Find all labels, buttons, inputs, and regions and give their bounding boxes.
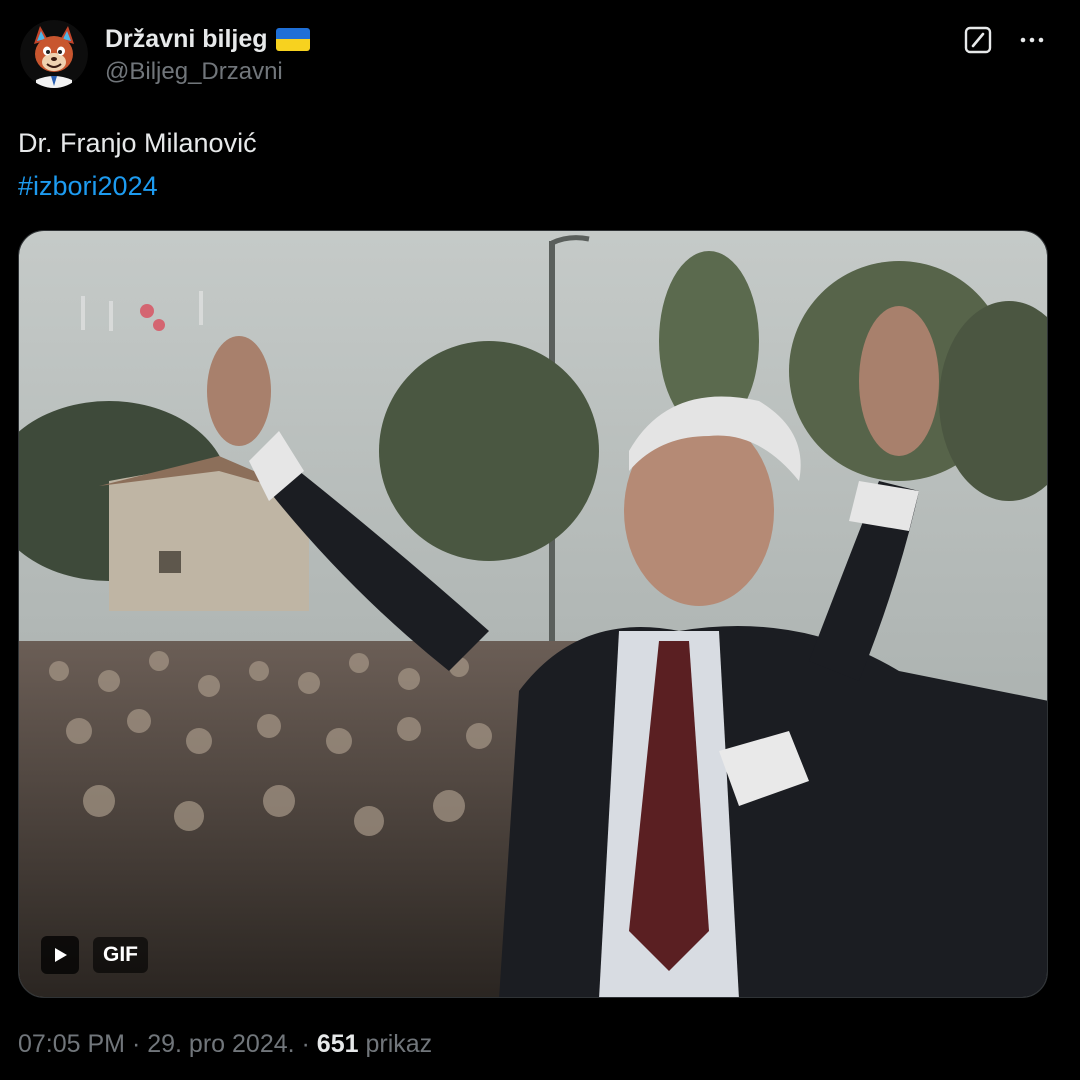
tweet-meta: 07:05 PM · 29. pro 2024. · 651 prikaz: [18, 1030, 432, 1059]
tweet-text: Dr. Franjo Milanović #izbori2024: [18, 122, 257, 208]
gif-label: GIF: [93, 937, 148, 973]
gif-media[interactable]: GIF: [18, 230, 1048, 998]
meta-separator: ·: [125, 1030, 148, 1058]
hashtag-link[interactable]: #izbori2024: [18, 165, 257, 208]
views-label: prikaz: [358, 1030, 433, 1058]
ukraine-flag-icon: [275, 27, 310, 51]
tweet-text-line: Dr. Franjo Milanović: [18, 128, 257, 158]
tweet-card: Državni biljeg @Biljeg_Drzavni Dr. Franj…: [0, 0, 1080, 1080]
meta-separator: ·: [294, 1030, 317, 1058]
gif-badge: GIF: [41, 935, 162, 975]
user-handle[interactable]: @Biljeg_Drzavni: [105, 58, 310, 86]
gif-frame: [19, 231, 1047, 997]
display-name-row: Državni biljeg: [105, 22, 310, 56]
grok-icon[interactable]: [962, 24, 994, 56]
avatar[interactable]: [20, 20, 88, 88]
play-icon[interactable]: [41, 936, 79, 974]
author-block: Državni biljeg @Biljeg_Drzavni: [105, 22, 310, 86]
display-name[interactable]: Državni biljeg: [105, 25, 268, 54]
tweet-actions-top: [962, 24, 1048, 56]
more-options-icon[interactable]: [1016, 24, 1048, 56]
views-count: 651: [316, 1030, 359, 1058]
tweet-time[interactable]: 07:05 PM: [18, 1030, 125, 1058]
tweet-date[interactable]: 29. pro 2024.: [147, 1030, 294, 1058]
